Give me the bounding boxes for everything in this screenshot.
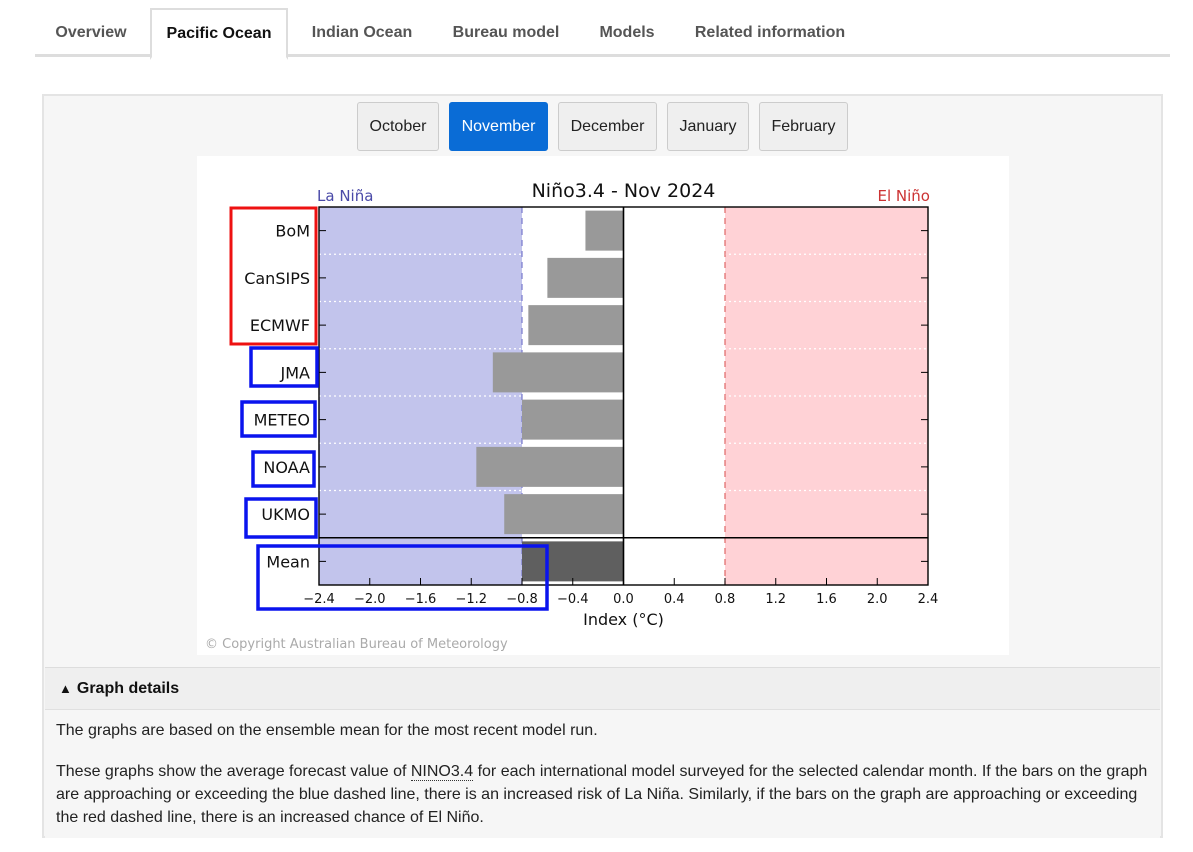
tab-overview[interactable]: Overview (37, 8, 145, 57)
bar-meteo (522, 399, 624, 440)
graph-details-heading: Graph details (76, 679, 180, 697)
graph-details-section: ▲ Graph details The graphs are based on … (45, 667, 1160, 838)
nino34-abbreviation[interactable]: NINO3.4 (410, 763, 474, 781)
bar-noaa (476, 446, 624, 487)
bar-jma (492, 352, 624, 393)
x-tick-label: 1.6 (816, 592, 837, 607)
graph-details-toggle[interactable]: ▲ Graph details (45, 668, 1160, 710)
chevron-up-icon: ▲ (59, 681, 72, 696)
month-button-november[interactable]: November (449, 102, 548, 151)
bar-ukmo (504, 494, 624, 535)
x-tick-label: 0.8 (715, 592, 736, 607)
y-tick-label: UKMO (261, 505, 310, 524)
x-tick-label: −0.8 (506, 592, 538, 607)
y-tick-label: JMA (280, 363, 311, 382)
x-tick-label: −2.4 (303, 592, 335, 607)
month-button-october[interactable]: October (357, 102, 439, 151)
tab-related-information[interactable]: Related information (678, 8, 862, 57)
graph-details-paragraph-2: These graphs show the average forecast v… (56, 760, 1154, 829)
bar-cansips (547, 257, 624, 298)
y-tick-label: ECMWF (250, 316, 310, 335)
x-tick-label: 2.0 (867, 592, 888, 607)
y-tick-label: NOAA (263, 458, 310, 477)
chart-svg: BoM CanSIPS ECMWF JMA METEO NOAA UKMO Mean −2.4 −… (205, 180, 939, 652)
tab-bureau-model[interactable]: Bureau model (435, 8, 577, 57)
month-button-january[interactable]: January (667, 102, 749, 151)
paragraph-2-text-start: These graphs show the average forecast v… (56, 763, 411, 780)
bar-bom (585, 210, 624, 251)
x-tick-label: −2.0 (354, 592, 386, 607)
y-tick-label: BoM (275, 222, 310, 241)
tab-indian-ocean[interactable]: Indian Ocean (295, 8, 429, 57)
y-tick-label: CanSIPS (244, 269, 310, 288)
copyright-text: © Copyright Australian Bureau of Meteoro… (205, 637, 508, 652)
x-tick-label: −1.2 (455, 592, 487, 607)
x-tick-label: 0.0 (613, 592, 634, 607)
tab-bar: Overview Pacific Ocean Indian Ocean Bure… (35, 0, 1170, 60)
x-axis-label: Index (°C) (583, 610, 664, 629)
x-tick-label: 2.4 (918, 592, 939, 607)
nino34-chart: BoM CanSIPS ECMWF JMA METEO NOAA UKMO Mean −2.4 −… (197, 156, 1009, 655)
month-button-february[interactable]: February (759, 102, 848, 151)
x-tick-label: −1.6 (405, 592, 437, 607)
x-tick-label: −0.4 (557, 592, 589, 607)
y-tick-label: Mean (266, 552, 310, 571)
tab-models[interactable]: Models (584, 8, 670, 57)
la-nina-label: La Niña (317, 187, 373, 205)
graph-details-paragraph-1: The graphs are based on the ensemble mea… (56, 722, 598, 739)
bar-ecmwf (528, 305, 624, 346)
x-tick-label: 0.4 (664, 592, 685, 607)
chart-title: Niño3.4 - Nov 2024 (532, 180, 716, 202)
x-tick-label: 1.2 (765, 592, 786, 607)
y-tick-label: METEO (254, 411, 310, 430)
tab-pacific-ocean[interactable]: Pacific Ocean (150, 8, 288, 60)
el-nino-label: El Niño (878, 187, 931, 205)
month-button-december[interactable]: December (558, 102, 657, 151)
